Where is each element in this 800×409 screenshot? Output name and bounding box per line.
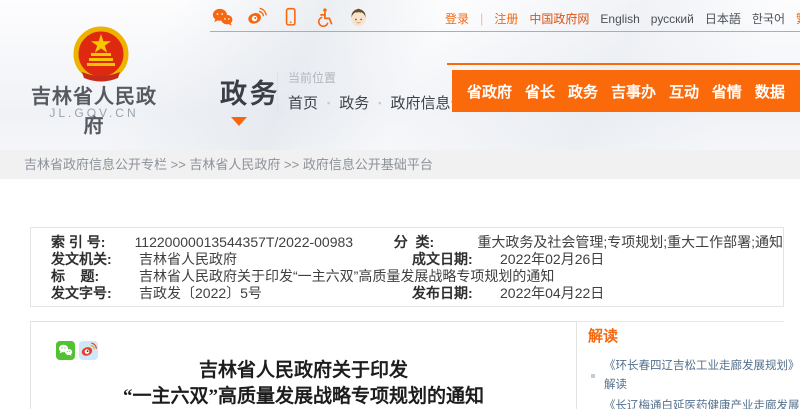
lang-traditional-link[interactable]: 繁 [796,10,800,27]
meta-row-index: 索 引 号: 11220000013544357T/2022-00983 分 类… [31,233,783,250]
breadcrumb-home[interactable]: 首页 [288,92,318,113]
site-domain: JL.GOV.CN [24,106,164,120]
platform-breadcrumb-bar: 吉林省政府信息公开专栏 >> 吉林省人民政府 >> 政府信息公开基础平台 [0,150,800,179]
current-location-label: 当前位置 [288,69,336,86]
meta-row-title: 标 题: 吉林省人民政府关于印发“一主六双”高质量发展战略专项规划的通知 [31,267,783,284]
nav-top-line [447,63,800,65]
meta-label-doc-number: 发文字号: [51,283,139,303]
weibo-icon[interactable] [246,7,267,27]
nav-item-province-info[interactable]: 省情 [712,81,742,102]
sidebar-list: 《环长春四辽吉松工业走廊发展规划》解读 《长辽梅通白延医药健康产业走廊发展 [588,357,800,409]
meta-row-doc-number: 发文字号: 吉政发〔2022〕5号 发布日期: 2022年04月22日 [31,284,783,301]
meta-value-index: 11220000013544357T/2022-00983 [135,234,394,250]
section-label: 政务 [220,72,280,111]
nav-item-zhengwu[interactable]: 政务 [568,81,598,102]
register-link[interactable]: 注册 [494,10,518,27]
page: 吉林省人民政府 JL.GOV.CN [0,0,800,409]
lang-korean-link[interactable]: 한국어 [752,10,785,27]
nav-item-data[interactable]: 数据 [755,81,785,102]
document-title: 吉林省人民政府关于印发 “一主六双”高质量发展战略专项规划的通知 [31,358,576,409]
mobile-icon[interactable] [280,7,301,27]
list-bullet [591,374,595,378]
breadcrumb-zhengwu[interactable]: 政务 [339,92,369,113]
lang-russian-link[interactable]: русский [651,12,694,26]
nav-item-governor[interactable]: 省长 [525,81,555,102]
national-emblem-logo [68,26,134,82]
lang-english-link[interactable]: English [600,12,639,26]
sidebar-link-item[interactable]: 《环长春四辽吉松工业走廊发展规划》解读 [588,357,800,395]
nav-item-jishiban[interactable]: 吉事办 [611,81,656,102]
header-divider-line [210,31,800,32]
meta-row-issuer: 发文机关: 吉林省人民政府 成文日期: 2022年02月26日 [31,250,783,267]
header-vertical-divider [277,72,278,112]
meta-value-publish-date: 2022年04月22日 [500,283,783,303]
main-nav: 省政府 省长 政务 吉事办 互动 省情 数据 [452,70,800,112]
section-dropdown-arrow[interactable] [231,117,247,126]
login-link[interactable]: 登录 [445,10,469,27]
header-icon-bar [212,7,369,27]
link-separator: | [480,11,483,26]
header-links: 登录 | 注册 中国政府网 English русский 日本語 한국어 繁 [445,10,800,27]
nav-item-interact[interactable]: 互动 [669,81,699,102]
interpretation-sidebar: 解读 《环长春四辽吉松工业走廊发展规划》解读 《长辽梅通白延医药健康产业走廊发展 [588,325,800,409]
document-title-line2: “一主六双”高质量发展战略专项规划的通知 [31,384,576,409]
sidebar-heading: 解读 [588,325,800,346]
lang-japanese-link[interactable]: 日本語 [705,10,741,27]
site-header: 吉林省人民政府 JL.GOV.CN [0,0,800,150]
sidebar-link-item[interactable]: 《长辽梅通白延医药健康产业走廊发展 [588,397,800,409]
accessibility-icon[interactable] [314,7,335,27]
breadcrumb-separator: ▪ [378,98,381,108]
gov-cn-link[interactable]: 中国政府网 [529,10,589,27]
elderly-mode-icon[interactable] [348,7,369,27]
sidebar-link-text: 《长辽梅通白延医药健康产业走廊发展 [604,400,800,409]
meta-value-doc-number: 吉政发〔2022〕5号 [139,283,412,303]
nav-item-provincial-gov[interactable]: 省政府 [467,81,512,102]
meta-label-publish-date: 发布日期: [412,283,500,303]
article-box: 吉林省人民政府关于印发 “一主六双”高质量发展战略专项规划的通知 [30,321,577,409]
document-title-line1: 吉林省人民政府关于印发 [31,358,576,384]
sidebar-link-text: 《环长春四辽吉松工业走廊发展规划》解读 [604,360,800,391]
wechat-icon[interactable] [212,7,233,27]
document-meta-table: 索 引 号: 11220000013544357T/2022-00983 分 类… [30,227,784,307]
breadcrumb-separator: ▪ [327,98,330,108]
